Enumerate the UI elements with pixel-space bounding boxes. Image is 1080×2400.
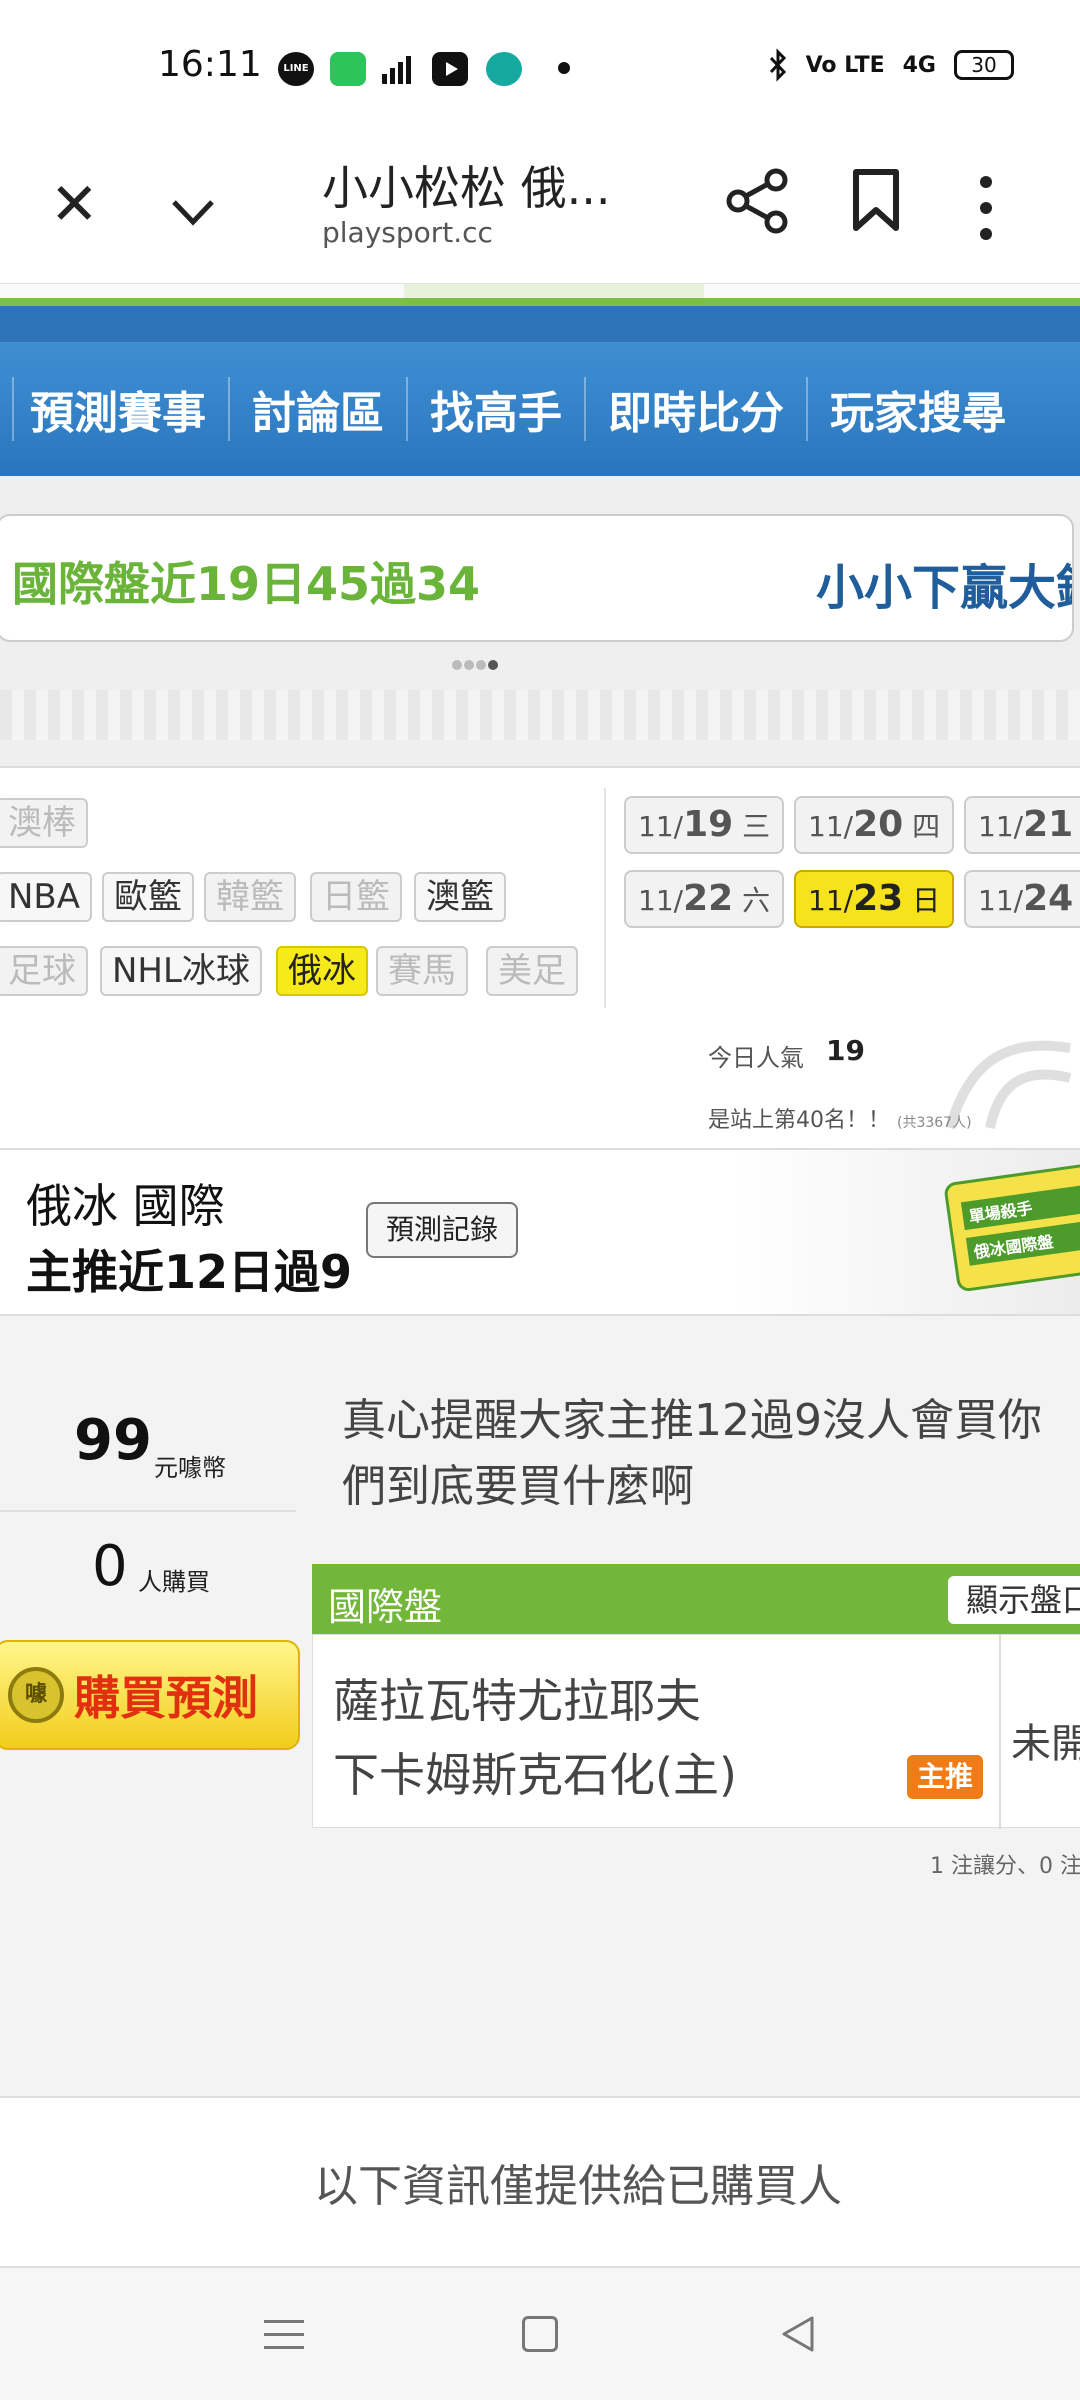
notification-dot-icon	[558, 62, 570, 74]
market-label: 國際盤	[328, 1585, 443, 1629]
filter-divider	[604, 788, 606, 1008]
nav-top-strip	[0, 284, 1080, 298]
buyers-only-section: 以下資訊僅提供給已購買人	[0, 2096, 1080, 2268]
coin-icon: 噱	[8, 1667, 64, 1723]
volte-icon: Vo LTE	[805, 52, 885, 78]
more-options-icon[interactable]	[978, 170, 994, 240]
nav-item-livescore[interactable]: 即時比分	[584, 377, 806, 441]
price-unit: 元噱幣	[154, 1454, 226, 1482]
browser-toolbar: ✕ 小小松松 俄... playsport.cc	[0, 136, 1080, 284]
signal-bars-icon	[382, 56, 411, 84]
post-message-line1: 真心提醒大家主推12過9沒人會買你	[342, 1395, 1042, 1446]
banner-left-text: 國際盤近19日45過34	[12, 557, 481, 611]
away-team: 薩拉瓦特尤拉耶夫	[333, 1674, 701, 1728]
popularity-label: 今日人氣	[708, 1044, 804, 1072]
pick-row: 薩拉瓦特尤拉耶夫 下卡姆斯克石化(主) 主推 未開	[312, 1634, 1080, 1829]
sport-tag-russia-hockey[interactable]: 俄冰	[276, 946, 368, 996]
sport-tag-euro-basketball[interactable]: 歐籃	[102, 872, 194, 922]
teal-app-icon	[486, 52, 522, 86]
sport-tag-nhl[interactable]: NHL冰球	[100, 946, 262, 996]
game-status: 未開	[1011, 1721, 1080, 1767]
predictor-header: 俄冰 國際 主推近12日過9 預測記錄 單場殺手 俄冰國際盤	[0, 1148, 1080, 1316]
sport-tag-korea-basketball[interactable]: 韓籃	[204, 872, 296, 922]
predictor-subtitle: 主推近12日過9	[26, 1245, 353, 1299]
show-odds-button[interactable]: 顯示盤口	[948, 1576, 1080, 1624]
sport-tag-aus-basketball[interactable]: 澳籃	[414, 872, 506, 922]
purchase-panel: 99 元噱幣 0 人購買 噱 購買預測	[0, 1316, 300, 1816]
page-title: 小小松松 俄...	[322, 161, 611, 215]
pick-table-header: 國際盤 顯示盤口	[312, 1564, 1080, 1634]
sport-tag-japan-basketball[interactable]: 日籃	[310, 872, 402, 922]
home-team: 下卡姆斯克石化(主)	[333, 1748, 737, 1802]
sport-tag-soccer[interactable]: 足球	[0, 946, 88, 996]
status-time: 16:11	[158, 44, 262, 85]
line-icon: LINE	[278, 52, 314, 86]
status-bar: 16:11 LINE Vo LTE 4G 30	[0, 0, 1080, 136]
date-button-1122[interactable]: 11/22 六	[624, 870, 785, 928]
filter-panel: 澳棒 NBA 歐籃 韓籃 日籃 澳籃 足球 NHL冰球 俄冰 賽馬 美足 11/…	[0, 766, 1080, 1148]
main-pick-badge: 主推	[907, 1755, 983, 1799]
date-button-1121[interactable]: 11/21 五	[964, 796, 1080, 854]
price-value: 99	[74, 1408, 152, 1473]
page-url[interactable]: playsport.cc	[322, 216, 493, 249]
chevron-down-icon[interactable]	[168, 188, 218, 238]
bluetooth-icon	[769, 48, 786, 82]
banner-right-text: 小小下贏大錢	[816, 560, 1072, 616]
nav-top-band	[0, 306, 1080, 342]
site-nav: 預測賽事 討論區 找高手 即時比分 玩家搜尋	[0, 342, 1080, 476]
date-button-1123[interactable]: 11/23 日	[794, 870, 955, 928]
pick-summary-note: 1 注讓分、0 注	[930, 1854, 1080, 1879]
recent-apps-icon[interactable]	[264, 2320, 304, 2352]
promo-banner[interactable]: 國際盤近19日45過34 小小下贏大錢	[0, 514, 1074, 642]
buy-prediction-button[interactable]: 噱 購買預測	[0, 1640, 300, 1750]
home-icon[interactable]	[522, 2316, 558, 2352]
youtube-icon	[432, 52, 468, 86]
bookmark-icon[interactable]	[850, 168, 902, 232]
date-button-1124[interactable]: 11/24 一	[964, 870, 1080, 928]
green-app-icon	[330, 52, 366, 86]
back-icon[interactable]	[778, 2314, 818, 2354]
sport-tag-horse-racing[interactable]: 賽馬	[376, 946, 468, 996]
nav-item-predict[interactable]: 預測賽事	[12, 377, 228, 441]
buyers-unit: 人購買	[138, 1568, 210, 1596]
carousel-dots[interactable]	[452, 660, 498, 670]
rank-text: 是站上第40名！！ (共3367人)	[708, 1108, 972, 1133]
sport-tag-aus-baseball[interactable]: 澳棒	[0, 798, 88, 848]
nav-item-experts[interactable]: 找高手	[406, 377, 584, 441]
prediction-content: 99 元噱幣 0 人購買 噱 購買預測 真心提醒大家主推12過9沒人會買你 們到…	[0, 1316, 1080, 2096]
buyers-count: 0	[92, 1534, 128, 1599]
sport-tag-nba[interactable]: NBA	[0, 872, 93, 922]
banner-area: 國際盤近19日45過34 小小下贏大錢	[0, 476, 1080, 766]
popularity-value: 19	[826, 1034, 865, 1067]
prediction-records-button[interactable]: 預測記錄	[366, 1202, 518, 1258]
nav-accent-line	[0, 298, 1080, 306]
post-message-line2: 們到底要買什麼啊	[342, 1461, 694, 1512]
sport-tag-american-football[interactable]: 美足	[486, 946, 578, 996]
4g-signal-icon: 4G	[902, 52, 936, 78]
purchase-divider	[0, 1510, 296, 1512]
pick-row-divider	[999, 1635, 1001, 1829]
status-right-group: Vo LTE 4G 30	[768, 48, 1014, 82]
buyers-only-text: 以下資訊僅提供給已購買人	[314, 2161, 842, 2212]
nav-item-forum[interactable]: 討論區	[228, 377, 406, 441]
close-tab-button[interactable]: ✕	[50, 170, 99, 238]
system-nav-bar	[0, 2268, 1080, 2400]
date-button-1119[interactable]: 11/19 三	[624, 796, 785, 854]
single-match-killer-badge: 單場殺手 俄冰國際盤	[943, 1161, 1080, 1293]
predictor-title: 俄冰 國際	[26, 1179, 225, 1233]
nav-item-player-search[interactable]: 玩家搜尋	[806, 377, 1028, 441]
decorative-border	[0, 690, 1080, 740]
share-icon[interactable]	[722, 166, 792, 236]
buy-prediction-label: 購買預測	[74, 1671, 258, 1725]
date-button-1120[interactable]: 11/20 四	[794, 796, 955, 854]
battery-icon: 30	[954, 50, 1014, 80]
